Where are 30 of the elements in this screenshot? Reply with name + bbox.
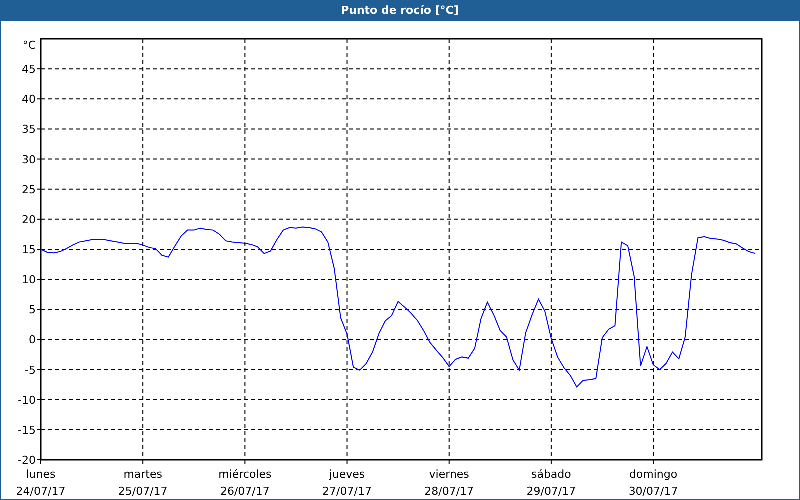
y-tick-label: 45 — [22, 63, 36, 76]
x-day-label: jueves — [329, 468, 366, 481]
x-tick-label: 24/07/17 — [16, 485, 66, 498]
x-day-label: viernes — [429, 468, 470, 481]
y-tick-label: -10 — [18, 394, 36, 407]
x-day-label: lunes — [26, 468, 56, 481]
x-day-label: sábado — [531, 468, 572, 481]
y-tick-label: 15 — [22, 244, 36, 256]
x-tick-label: 27/07/17 — [322, 485, 372, 498]
y-tick-label: -5 — [25, 364, 36, 377]
y-tick-label: 10 — [22, 274, 36, 287]
x-tick-label: 29/07/17 — [526, 485, 576, 498]
x-day-label: miércoles — [218, 468, 272, 481]
y-tick-label: 5 — [29, 304, 36, 317]
y-tick-label: 0 — [29, 334, 36, 347]
x-day-label: martes — [124, 468, 162, 481]
y-tick-label: -20 — [18, 454, 36, 467]
y-tick-label: 40 — [22, 93, 36, 106]
x-tick-label: 25/07/17 — [118, 485, 168, 498]
x-tick-label: 30/07/17 — [628, 485, 678, 498]
y-tick-label: -15 — [18, 424, 36, 437]
y-tick-label: 20 — [22, 213, 36, 226]
x-tick-label: 26/07/17 — [220, 485, 270, 498]
x-day-label: domingo — [629, 468, 678, 481]
y-tick-label: 35 — [22, 123, 36, 136]
x-tick-label: 28/07/17 — [424, 485, 474, 498]
y-tick-label: 30 — [22, 153, 36, 166]
window-title: Punto de rocío [°C] — [341, 4, 459, 17]
y-tick-label: 25 — [22, 183, 36, 196]
y-axis-unit: °C — [22, 39, 36, 52]
